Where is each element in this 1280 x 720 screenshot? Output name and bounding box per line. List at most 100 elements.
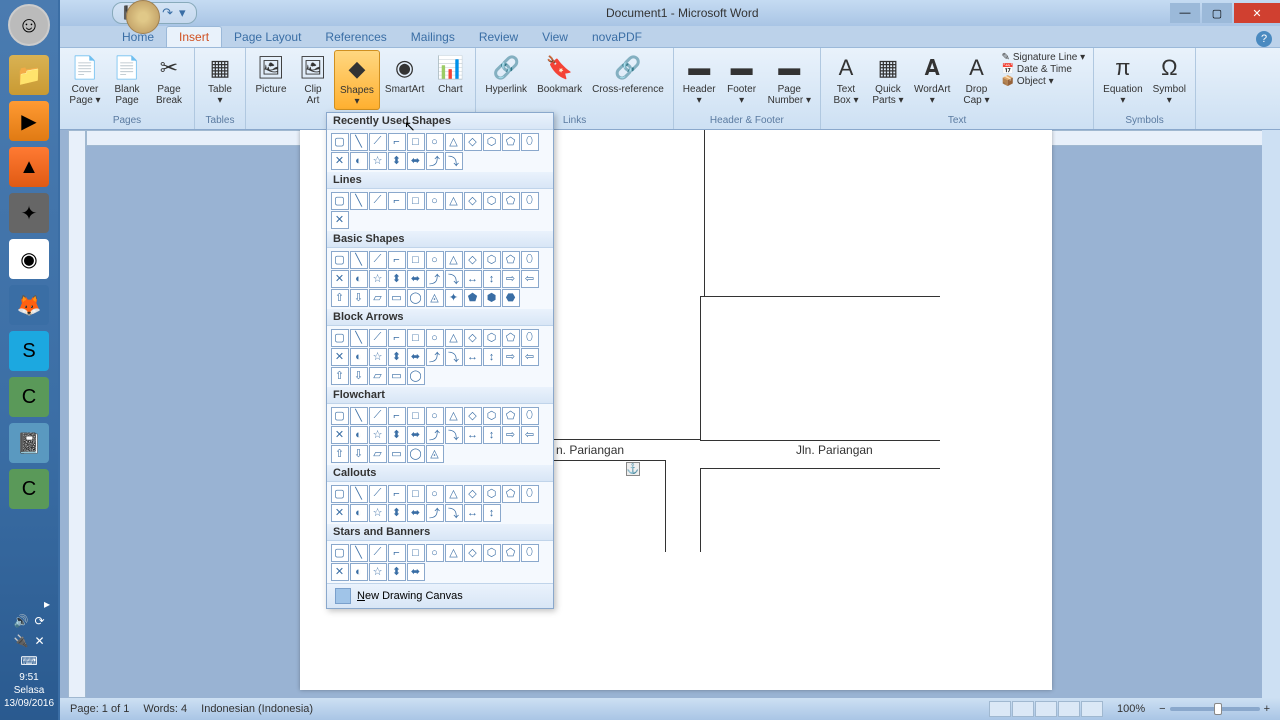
shape-option[interactable]: ◐ <box>350 152 368 170</box>
shape-option[interactable]: ⤵ <box>445 426 463 444</box>
shape-option[interactable]: ⬯ <box>521 133 539 151</box>
shape-option[interactable]: ↕ <box>483 270 501 288</box>
shape-option[interactable]: ⬡ <box>483 251 501 269</box>
taskbar-skype[interactable]: S <box>9 331 49 371</box>
shape-option[interactable]: ▭ <box>388 445 406 463</box>
tray-icons2[interactable]: 🔌✕ <box>13 634 44 648</box>
ribbon-small-item[interactable]: 📅Date & Time <box>1001 64 1085 75</box>
ribbon-picture[interactable]: 🖼Picture <box>250 50 292 97</box>
shape-option[interactable]: ⬌ <box>407 563 425 581</box>
zoom-percent[interactable]: 100% <box>1117 703 1145 715</box>
shape-option[interactable]: ⇦ <box>521 426 539 444</box>
vertical-ruler[interactable] <box>68 130 86 698</box>
view-print-layout[interactable] <box>989 701 1011 717</box>
shape-option[interactable]: ▢ <box>331 251 349 269</box>
tab-review[interactable]: Review <box>467 27 530 47</box>
ribbon-equation[interactable]: πEquation▾ <box>1098 50 1147 108</box>
shape-option[interactable]: ⟋ <box>369 329 387 347</box>
shape-option[interactable]: ○ <box>426 192 444 210</box>
shape-option[interactable]: ⇩ <box>350 367 368 385</box>
shape-option[interactable]: ⬌ <box>407 270 425 288</box>
tab-page-layout[interactable]: Page Layout <box>222 27 313 47</box>
shape-option[interactable]: ⌐ <box>388 485 406 503</box>
shape-option[interactable]: ⬍ <box>388 426 406 444</box>
shape-option[interactable]: ↔ <box>464 270 482 288</box>
shape-option[interactable]: ⤴ <box>426 270 444 288</box>
shape-option[interactable]: ▭ <box>388 289 406 307</box>
shape-option[interactable]: ▢ <box>331 329 349 347</box>
shape-option[interactable]: ◬ <box>426 445 444 463</box>
view-web-layout[interactable] <box>1035 701 1057 717</box>
ribbon-footer[interactable]: ▬Footer▾ <box>721 50 763 108</box>
shape-option[interactable]: ⇨ <box>502 426 520 444</box>
shape-option[interactable]: ✦ <box>445 289 463 307</box>
shape-option[interactable]: ⤵ <box>445 270 463 288</box>
shape-option[interactable]: ↔ <box>464 348 482 366</box>
shape-option[interactable]: ⇧ <box>331 367 349 385</box>
taskbar-app1[interactable]: ✦ <box>9 193 49 233</box>
shape-option[interactable]: ◐ <box>350 270 368 288</box>
tab-insert[interactable]: Insert <box>166 26 222 47</box>
shape-option[interactable]: ⬡ <box>483 133 501 151</box>
shape-option[interactable]: ⬠ <box>502 407 520 425</box>
zoom-out-icon[interactable]: − <box>1159 703 1165 715</box>
close-button[interactable]: ✕ <box>1234 3 1280 23</box>
shape-option[interactable]: ↕ <box>483 426 501 444</box>
shape-option[interactable]: ⇨ <box>502 270 520 288</box>
ribbon-cover[interactable]: 📄CoverPage ▾ <box>64 50 106 108</box>
shape-option[interactable]: ⬡ <box>483 485 501 503</box>
shape-option[interactable]: ⟋ <box>369 407 387 425</box>
shape-option[interactable]: ⟋ <box>369 133 387 151</box>
shape-option[interactable]: ⇩ <box>350 289 368 307</box>
shape-option[interactable]: ⬡ <box>483 192 501 210</box>
shape-option[interactable]: ⤴ <box>426 348 444 366</box>
shape-option[interactable]: □ <box>407 544 425 562</box>
shape-option[interactable]: ◯ <box>407 367 425 385</box>
shape-option[interactable]: △ <box>445 544 463 562</box>
shape-option[interactable]: ○ <box>426 544 444 562</box>
shape-option[interactable]: ⇨ <box>502 348 520 366</box>
shape-option[interactable]: ◇ <box>464 192 482 210</box>
shape-option[interactable]: ⬢ <box>483 289 501 307</box>
taskbar-vlc[interactable]: ▲ <box>9 147 49 187</box>
shape-option[interactable]: ☆ <box>369 348 387 366</box>
shape-option[interactable]: ↕ <box>483 504 501 522</box>
shape-option[interactable]: ⬠ <box>502 133 520 151</box>
shape-option[interactable]: ↔ <box>464 426 482 444</box>
shape-option[interactable]: ⬌ <box>407 152 425 170</box>
ribbon-bookmark[interactable]: 🔖Bookmark <box>532 50 587 97</box>
taskbar-clock[interactable]: 9:51 Selasa 13/09/2016 <box>4 671 54 710</box>
shape-option[interactable]: ⬍ <box>388 348 406 366</box>
shape-option[interactable]: ╲ <box>350 133 368 151</box>
taskbar-camtasia1[interactable]: C <box>9 377 49 417</box>
shape-option[interactable]: ╲ <box>350 544 368 562</box>
shape-option[interactable]: ▱ <box>369 367 387 385</box>
vertical-scrollbar[interactable] <box>1262 130 1280 698</box>
shape-option[interactable]: ☆ <box>369 152 387 170</box>
shape-option[interactable]: ⬍ <box>388 504 406 522</box>
shape-option[interactable]: ○ <box>426 251 444 269</box>
shape-option[interactable]: △ <box>445 329 463 347</box>
shape-option[interactable]: ⬌ <box>407 348 425 366</box>
shape-option[interactable]: ◐ <box>350 563 368 581</box>
shape-option[interactable]: ⌐ <box>388 133 406 151</box>
taskbar-firefox[interactable]: 🦊 <box>9 285 49 325</box>
shape-option[interactable]: ▢ <box>331 544 349 562</box>
taskbar-camtasia2[interactable]: C <box>9 469 49 509</box>
ribbon-header[interactable]: ▬Header▾ <box>678 50 721 108</box>
shape-option[interactable]: ⬍ <box>388 270 406 288</box>
shape-option[interactable]: ↔ <box>464 504 482 522</box>
zoom-slider[interactable]: − + <box>1159 703 1270 715</box>
ribbon-shapes[interactable]: ◆Shapes▾ <box>334 50 380 110</box>
shape-option[interactable]: ╲ <box>350 485 368 503</box>
shape-option[interactable]: ⤵ <box>445 152 463 170</box>
shape-option[interactable]: ○ <box>426 133 444 151</box>
shape-option[interactable]: ⇧ <box>331 289 349 307</box>
shape-option[interactable]: ◐ <box>350 504 368 522</box>
shape-option[interactable]: ✕ <box>331 348 349 366</box>
shape-option[interactable]: △ <box>445 192 463 210</box>
shape-option[interactable]: ⤴ <box>426 426 444 444</box>
tray-icons3[interactable]: ⌨ <box>20 654 37 668</box>
shape-option[interactable]: ✕ <box>331 152 349 170</box>
taskbar-mediaplayer[interactable]: ▶ <box>9 101 49 141</box>
